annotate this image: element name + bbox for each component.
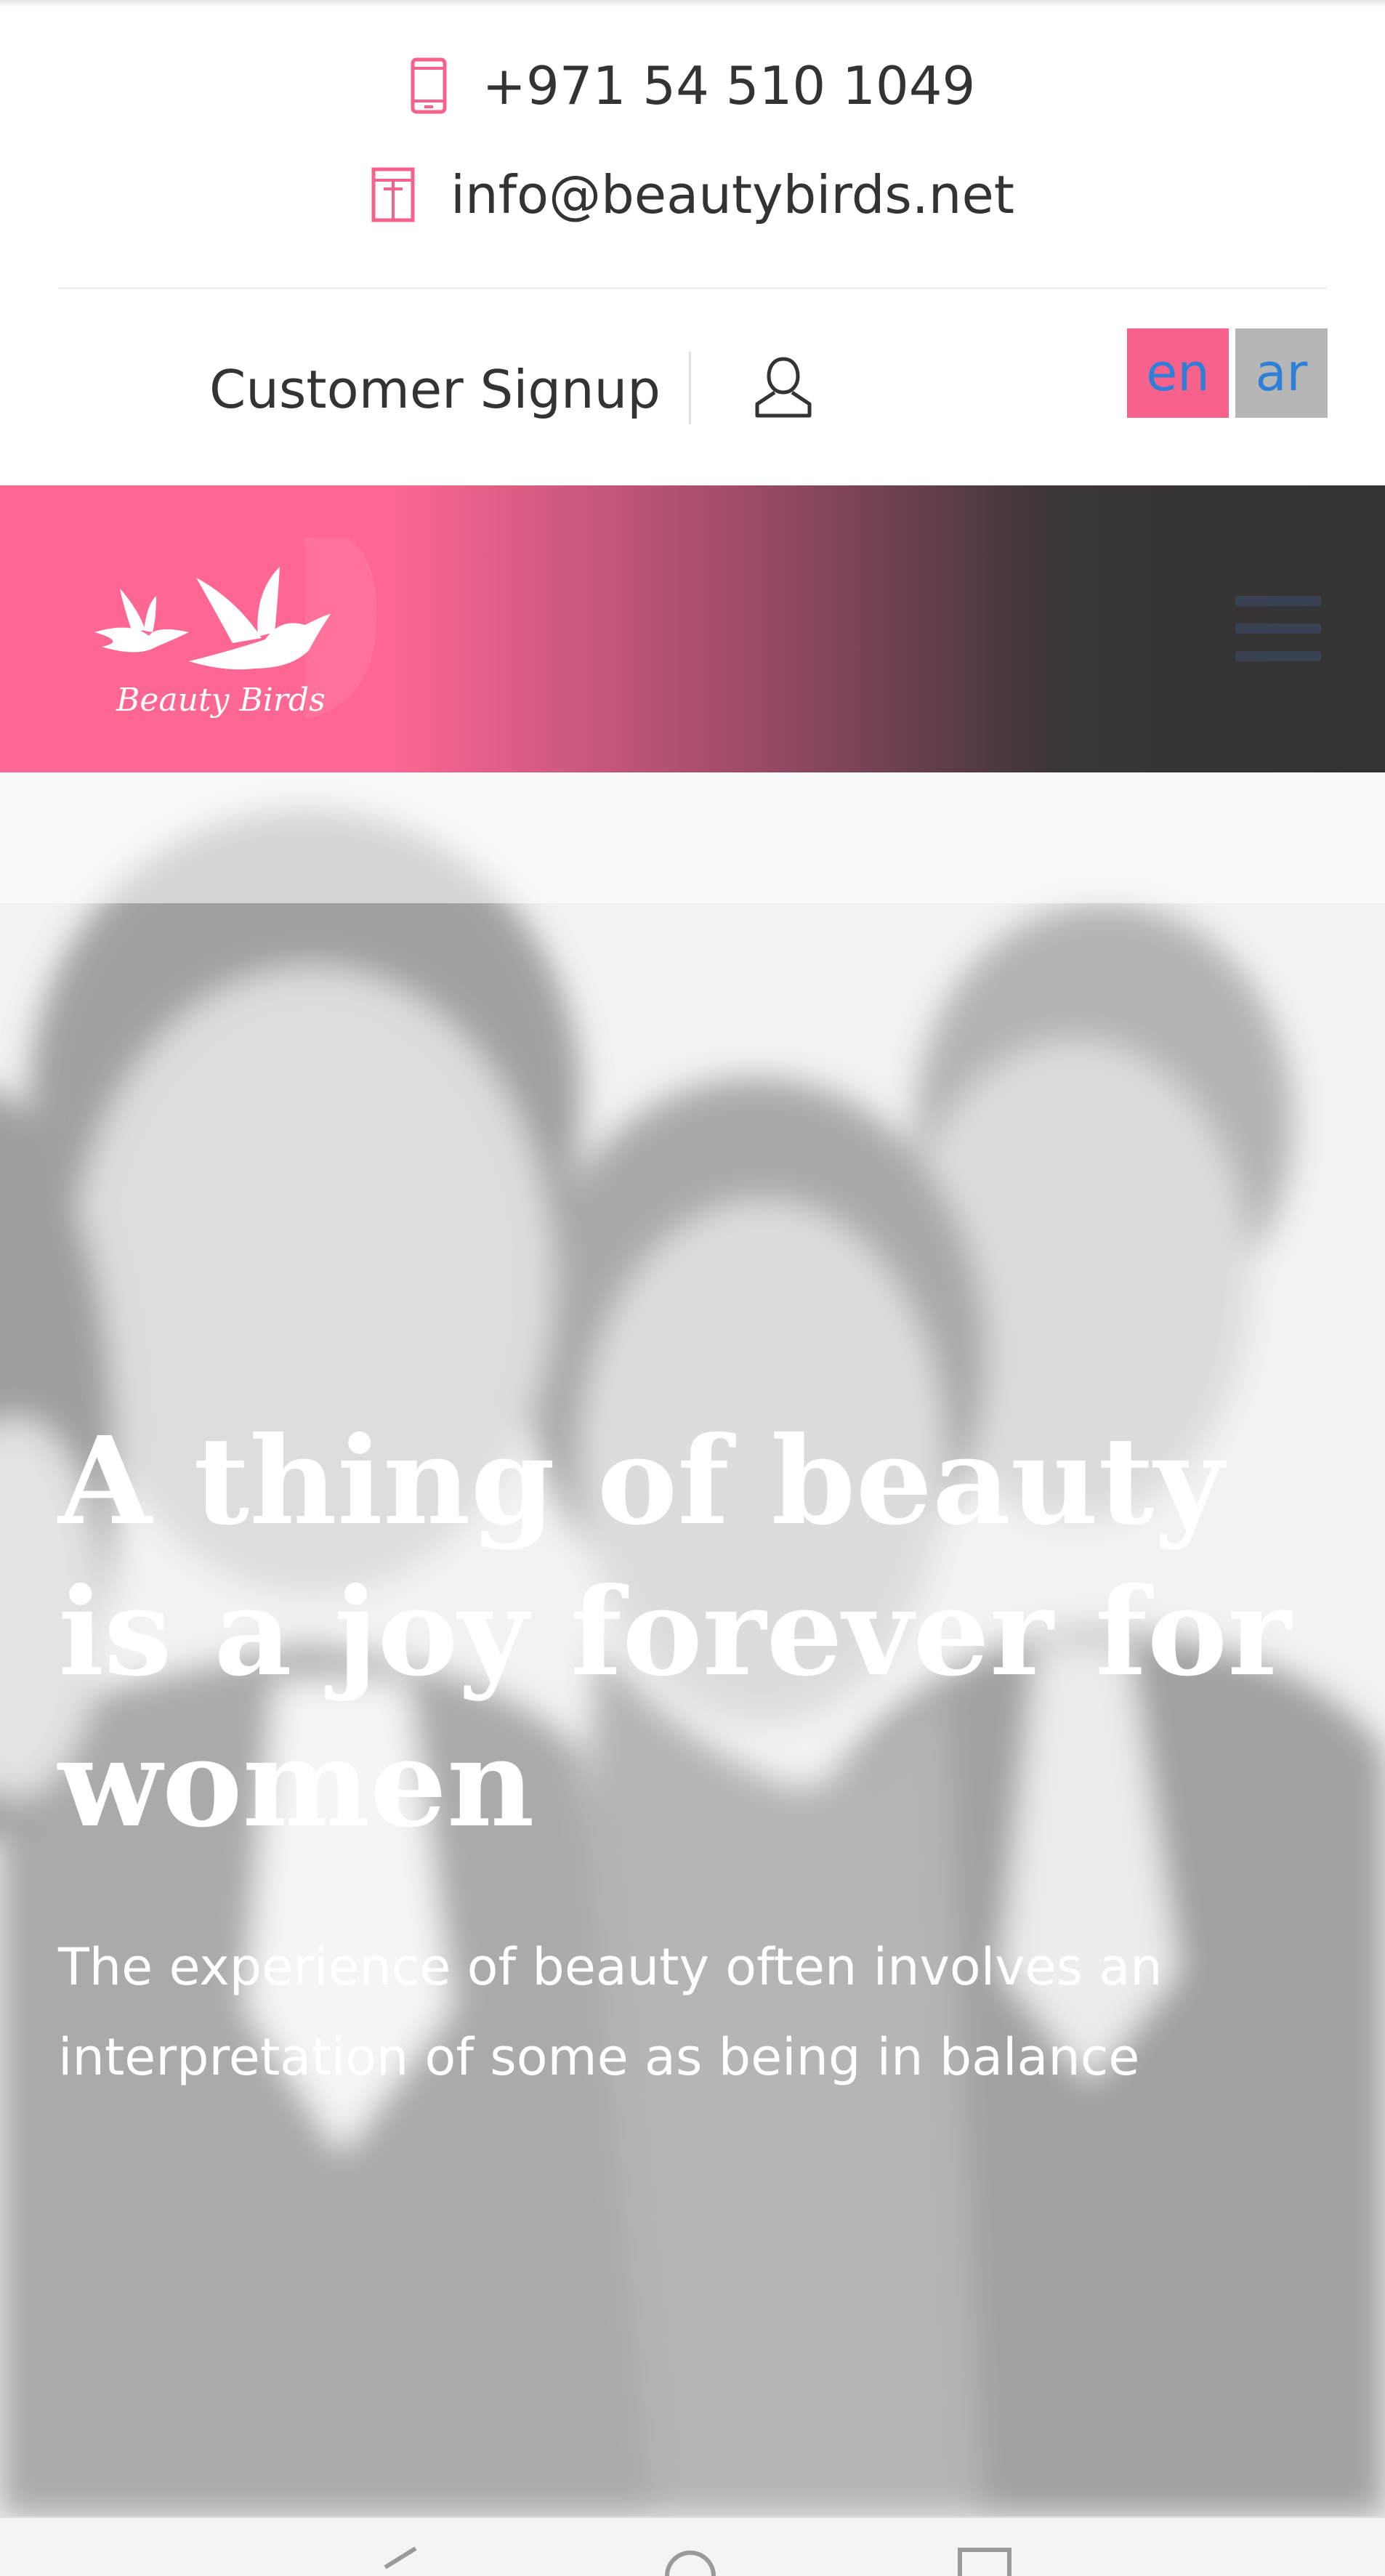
customer-signup-link[interactable]: Customer Signup	[209, 353, 661, 426]
header-divider	[58, 287, 1327, 289]
home-icon[interactable]	[661, 2545, 719, 2576]
contact-phone-row[interactable]: +971 54 510 1049	[0, 49, 1385, 122]
contact-phone-text[interactable]: +971 54 510 1049	[482, 55, 976, 116]
building-icon	[371, 167, 416, 222]
language-en-button[interactable]: en	[1127, 328, 1229, 418]
contact-email-row[interactable]: info@beautybirds.net	[0, 158, 1385, 231]
language-ar-button[interactable]: ar	[1235, 328, 1328, 418]
status-shadow	[0, 0, 1385, 7]
hamburger-menu-icon[interactable]	[1235, 596, 1321, 663]
account-separator	[689, 352, 691, 424]
system-navigation-bar	[0, 2516, 1385, 2576]
user-icon[interactable]	[747, 352, 820, 424]
hero-subtitle: The experience of beauty often involves …	[58, 1937, 1163, 2087]
hero-title: A thing of beauty is a joy forever for w…	[58, 1410, 1291, 1854]
hero-section: A thing of beauty is a joy forever for w…	[0, 772, 1385, 2516]
logo-text: Beauty Birds	[116, 682, 326, 719]
beauty-birds-logo[interactable]: Beauty Birds	[87, 523, 392, 741]
back-icon[interactable]	[378, 2545, 421, 2576]
contact-email-text[interactable]: info@beautybirds.net	[451, 164, 1014, 225]
page: +971 54 510 1049 info@beautybirds.net Cu…	[0, 0, 1385, 2576]
mobile-phone-icon	[410, 57, 448, 114]
recents-icon[interactable]	[956, 2545, 1014, 2576]
